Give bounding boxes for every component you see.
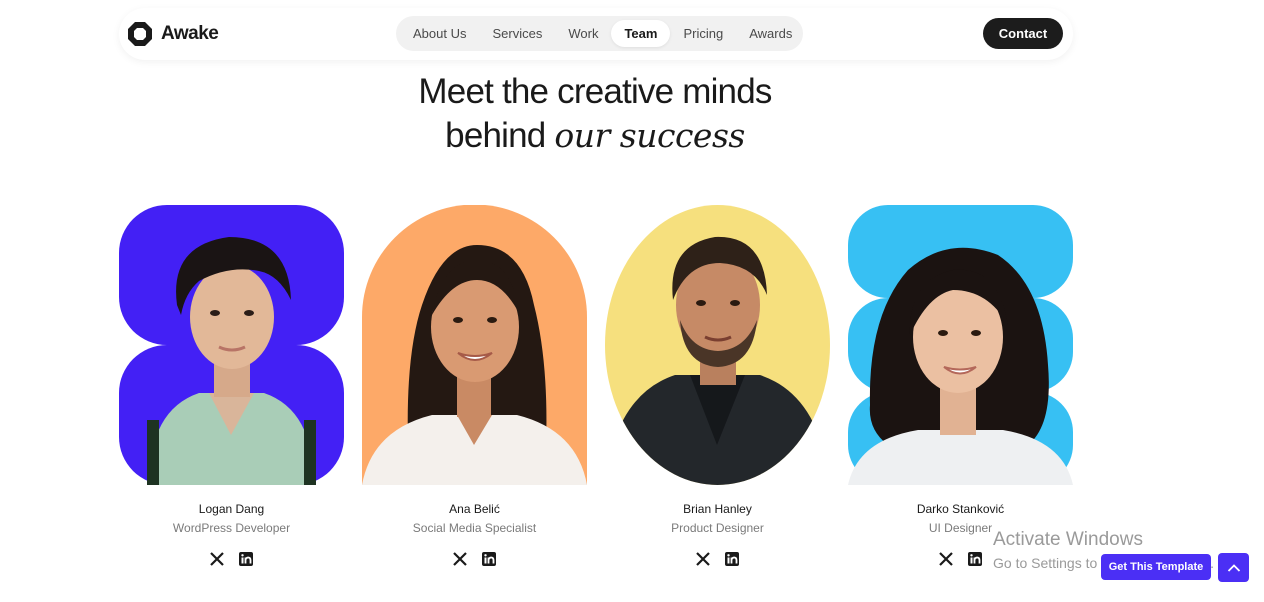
team-photo [848,205,1073,485]
nav-services[interactable]: Services [479,20,555,47]
x-icon[interactable] [452,551,468,567]
linkedin-icon[interactable] [967,551,983,567]
watermark-title: Activate Windows [993,529,1143,550]
chevron-up-icon [1227,563,1240,572]
nav-pricing[interactable]: Pricing [670,20,736,47]
social-links [119,551,344,567]
linkedin-icon[interactable] [238,551,254,567]
team-photo [362,205,587,485]
team-photo [605,205,830,485]
team-role: Social Media Specialist [412,521,537,535]
heading-line-2-plain: behind [445,116,555,155]
team-name: Darko Stanković [916,502,1005,516]
scroll-to-top-button[interactable] [1218,553,1249,582]
team-card-darko-stankovic: Darko Stanković UI Designer [848,205,1073,566]
logo-icon [128,22,152,46]
nav-work[interactable]: Work [555,20,611,47]
nav-awards[interactable]: Awards [736,20,805,47]
team-card-logan-dang: Logan Dang WordPress Developer [119,205,344,566]
nav-team[interactable]: Team [611,20,671,47]
logo[interactable]: Awake [127,21,219,47]
team-card-brian-hanley: Brian Hanley Product Designer [605,205,830,566]
get-template-button[interactable]: Get This Template [1101,554,1211,580]
team-name: Brian Hanley [683,502,752,516]
x-icon[interactable] [209,551,225,567]
team-card-ana-belic: Ana Belić Social Media Specialist [362,205,587,566]
site-header: Awake About Us Services Work Team Pricin… [119,8,1073,60]
x-icon[interactable] [938,551,954,567]
linkedin-icon[interactable] [481,551,497,567]
heading-line-2: behind our success [0,114,1190,158]
linkedin-icon[interactable] [724,551,740,567]
main-nav: About Us Services Work Team Pricing Awar… [396,16,803,51]
social-links [362,551,587,567]
section-heading: Meet the creative minds behind our succe… [0,70,1190,158]
team-role: WordPress Developer [172,521,291,535]
team-role: Product Designer [671,521,764,535]
x-icon[interactable] [695,551,711,567]
team-name: Logan Dang [198,502,265,516]
team-photo [119,205,344,485]
nav-about-us[interactable]: About Us [400,20,479,47]
contact-button[interactable]: Contact [983,18,1063,49]
team-name: Ana Belić [449,502,500,516]
heading-line-2-italic: our success [554,116,745,155]
heading-line-1: Meet the creative minds [418,72,772,111]
logo-text: Awake [161,23,219,44]
social-links [605,551,830,567]
